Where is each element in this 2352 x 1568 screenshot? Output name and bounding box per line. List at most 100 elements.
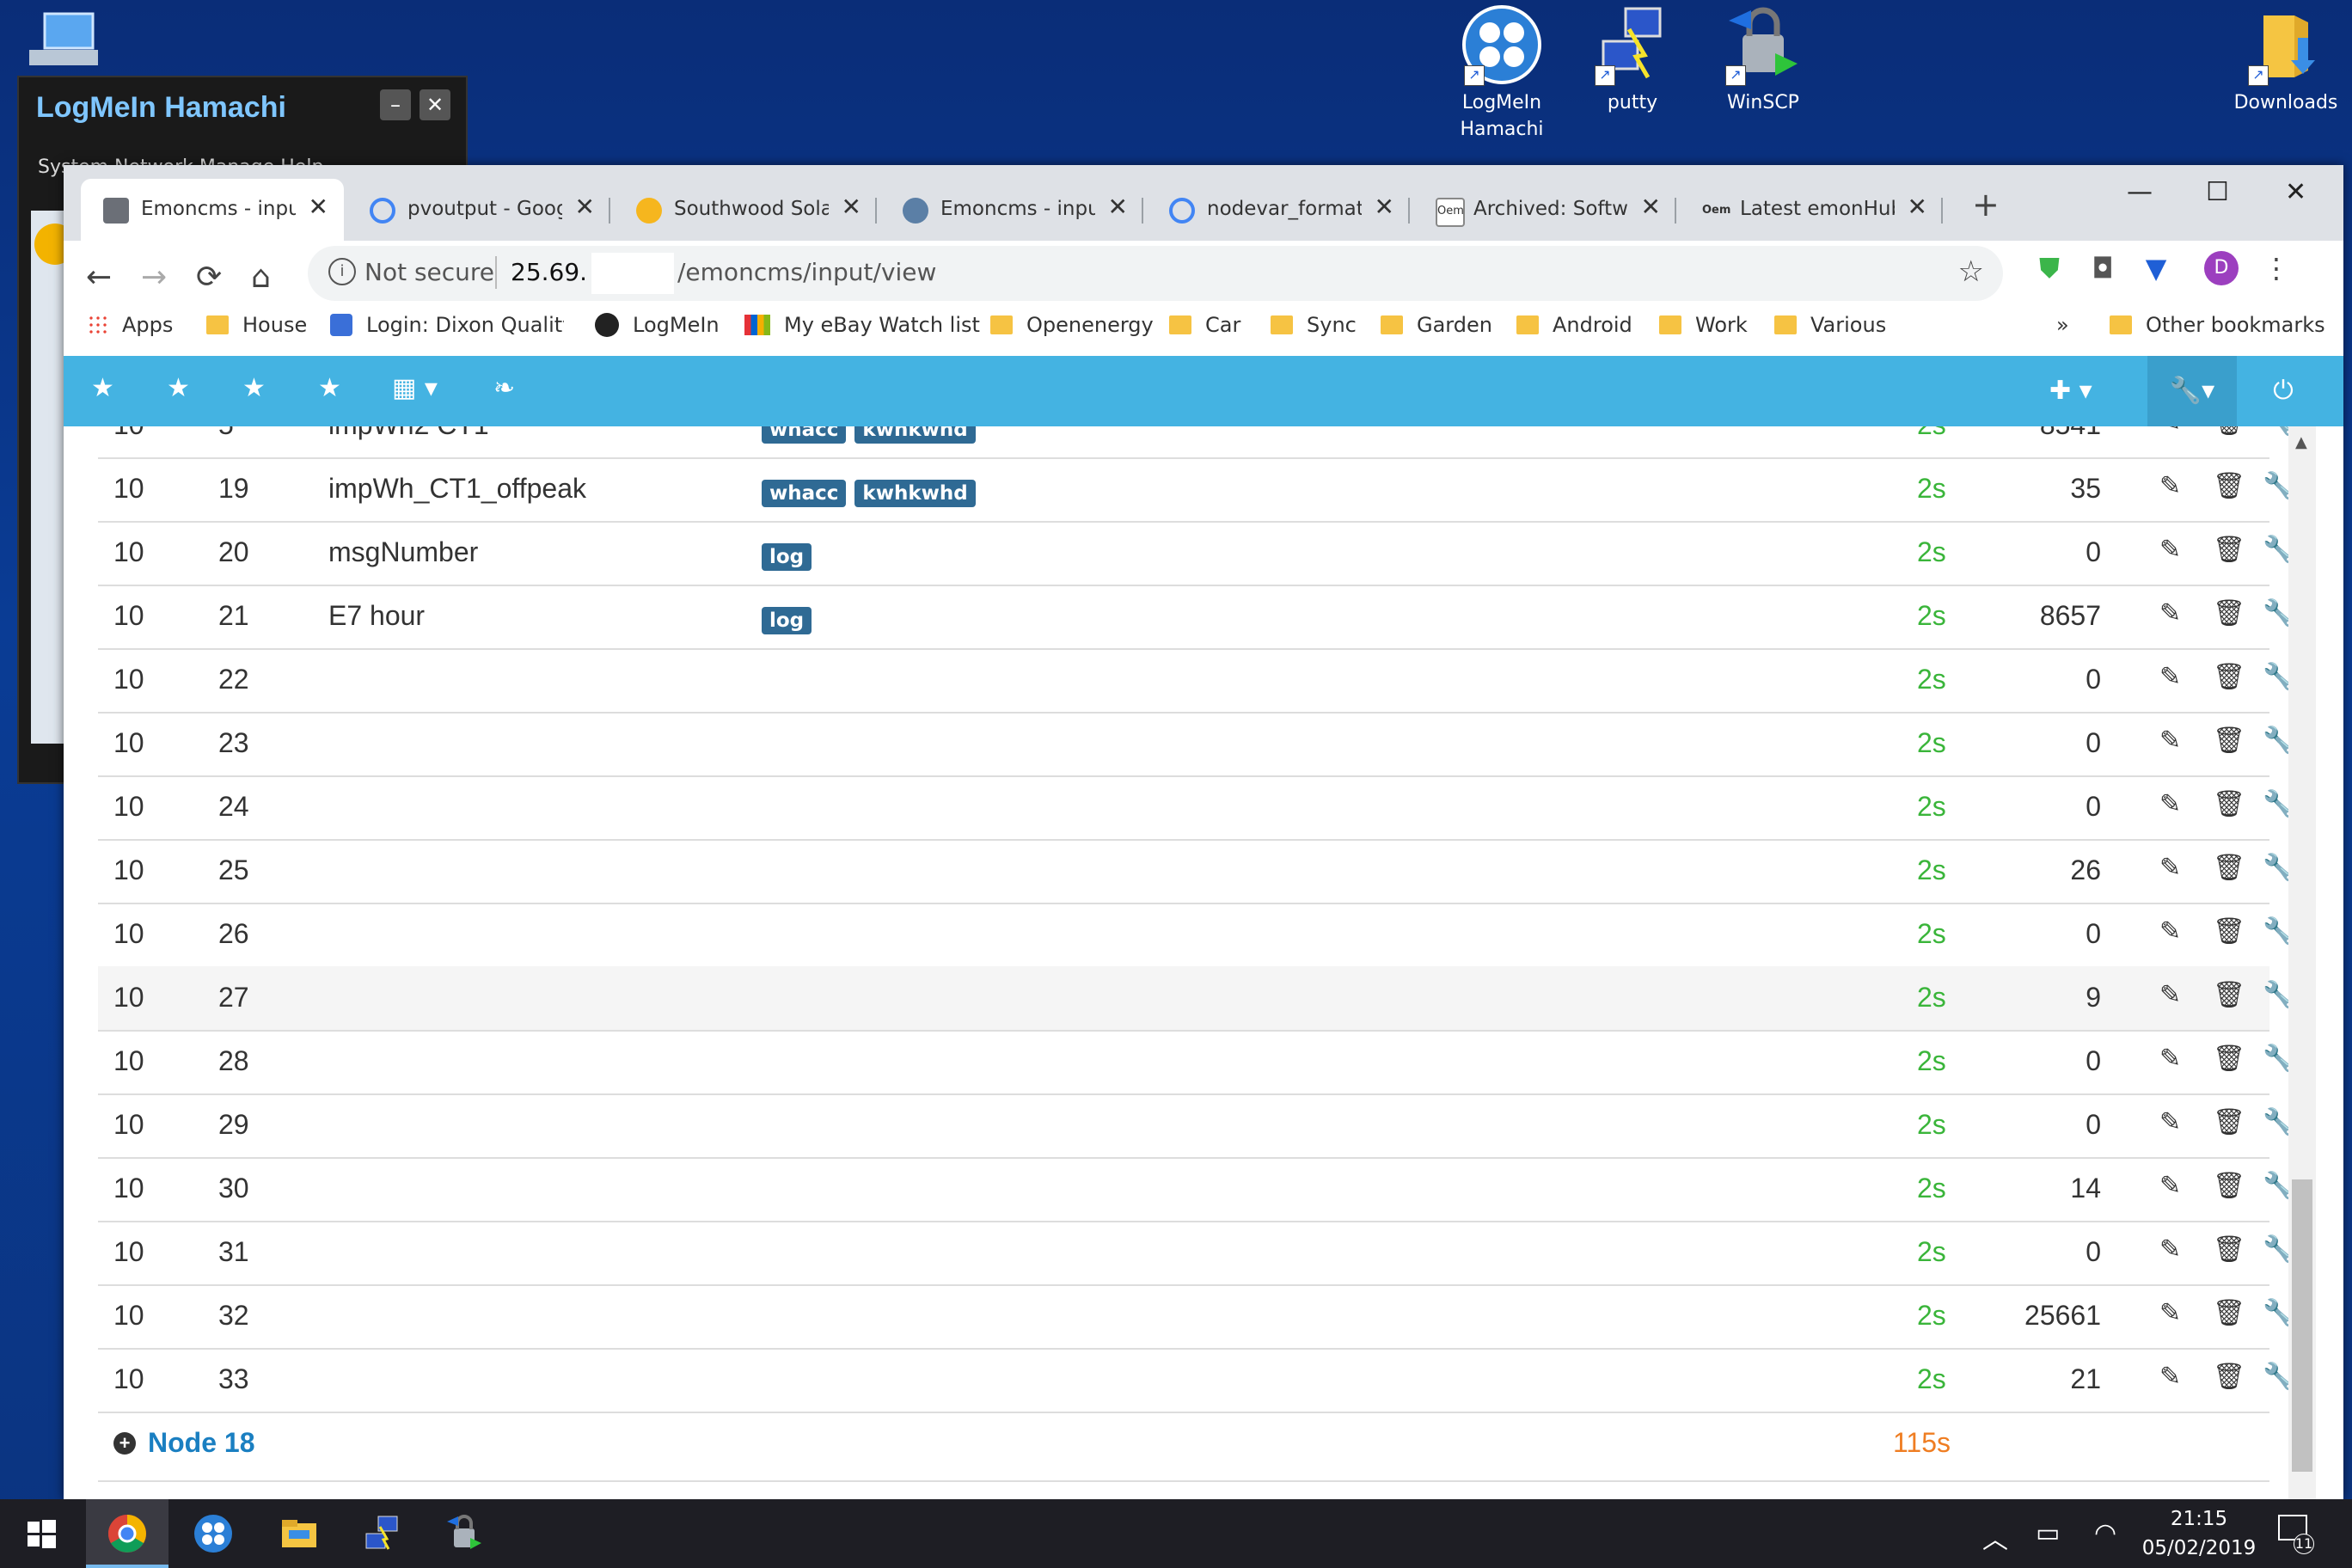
home-icon[interactable]: ⌂: [251, 260, 271, 295]
delete-trash-icon[interactable]: 🗑: [2213, 789, 2245, 819]
edit-pencil-icon[interactable]: ✎: [2159, 789, 2181, 819]
battery-icon[interactable]: ▭: [2036, 1518, 2060, 1548]
star-icon[interactable]: ★: [167, 373, 190, 403]
shield-extension-icon[interactable]: ⛊: [2030, 249, 2068, 287]
close-tab-icon[interactable]: ✕: [575, 193, 595, 221]
minimize-button[interactable]: –: [380, 89, 411, 120]
delete-trash-icon[interactable]: 🗑: [2213, 1234, 2245, 1265]
edit-pencil-icon[interactable]: ✎: [2159, 598, 2181, 628]
bookmark-various[interactable]: Various: [1774, 313, 1886, 337]
expand-plus-icon[interactable]: +: [113, 1432, 136, 1455]
notifications-icon[interactable]: 11: [2278, 1515, 2314, 1554]
delete-trash-icon[interactable]: 🗑: [2213, 1298, 2245, 1328]
input-row[interactable]: 10 20 msgNumber log 2s 0 ✎ 🗑 🔧: [98, 521, 2294, 586]
edit-pencil-icon[interactable]: ✎: [2159, 1107, 2181, 1137]
taskbar-chrome[interactable]: [86, 1499, 168, 1568]
close-tab-icon[interactable]: ✕: [1908, 193, 1927, 221]
delete-trash-icon[interactable]: 🗑: [2213, 426, 2245, 438]
bookmark-logmein[interactable]: LogMeIn: [595, 313, 720, 337]
edit-pencil-icon[interactable]: ✎: [2159, 662, 2181, 692]
bookmark-work[interactable]: Work: [1659, 313, 1748, 337]
star-icon[interactable]: ★: [318, 373, 341, 403]
edit-pencil-icon[interactable]: ✎: [2159, 535, 2181, 565]
edit-pencil-icon[interactable]: ✎: [2159, 1171, 2181, 1201]
input-row[interactable]: 10 19 impWh_CT1_offpeak whacc kwhkwhd 2s 35 ✎ 🗑 🔧: [98, 457, 2294, 523]
input-row[interactable]: 10 32 2s 25661 ✎ 🗑 🔧: [98, 1284, 2294, 1350]
apps-menu-icon[interactable]: ▦ ▾: [392, 373, 438, 403]
back-icon[interactable]: ←: [86, 260, 112, 295]
bookmark-car[interactable]: Car: [1169, 313, 1240, 337]
bookmark-house[interactable]: House: [206, 313, 307, 337]
url-path[interactable]: /emoncms/input/view: [677, 258, 936, 286]
delete-trash-icon[interactable]: 🗑: [2213, 1171, 2245, 1201]
node-name-link[interactable]: Node 18: [148, 1427, 254, 1459]
new-tab-button[interactable]: +: [1972, 186, 2000, 224]
bookmark-garden[interactable]: Garden: [1381, 313, 1492, 337]
delete-trash-icon[interactable]: 🗑: [2213, 1107, 2245, 1137]
profile-avatar[interactable]: D: [2204, 251, 2239, 285]
close-button[interactable]: ✕: [420, 89, 450, 120]
keeper-extension-icon[interactable]: ◘: [2084, 249, 2122, 287]
edit-pencil-icon[interactable]: ✎: [2159, 1298, 2181, 1328]
input-row[interactable]: 10 33 2s 21 ✎ 🗑 🔧: [98, 1348, 2294, 1413]
window-close-button[interactable]: ✕: [2285, 177, 2306, 207]
tab-southwood-solar[interactable]: Southwood Solar ✕: [614, 179, 877, 241]
delete-trash-icon[interactable]: 🗑: [2213, 853, 2245, 883]
this-pc-icon[interactable]: [26, 12, 100, 72]
scroll-up-icon[interactable]: ▲: [2295, 433, 2307, 451]
tab-nodevar-format[interactable]: nodevar_format_ ✕: [1147, 179, 1410, 241]
bookmark-apps[interactable]: Apps: [88, 313, 173, 337]
address-bar[interactable]: i Not secure 25.69. /emoncms/input/view …: [308, 246, 2003, 301]
show-hidden-icons-chevron[interactable]: ︿: [1982, 1518, 2008, 1556]
input-row[interactable]: 10 27 2s 9 ✎ 🗑 🔧: [98, 966, 2294, 1032]
edit-pencil-icon[interactable]: ✎: [2159, 980, 2181, 1010]
edit-pencil-icon[interactable]: ✎: [2159, 853, 2181, 883]
desktop-icon-downloads[interactable]: ↗ Downloads: [2221, 3, 2350, 116]
bookmark-ebay[interactable]: My eBay Watch list: [744, 313, 980, 337]
delete-trash-icon[interactable]: 🗑: [2213, 980, 2245, 1010]
close-tab-icon[interactable]: ✕: [309, 193, 328, 221]
start-button[interactable]: [0, 1499, 83, 1568]
desktop-icon-hamachi[interactable]: ↗ LogMeIn Hamachi: [1437, 3, 1566, 143]
star-icon[interactable]: ★: [242, 373, 266, 403]
delete-trash-icon[interactable]: 🗑: [2213, 662, 2245, 692]
star-icon[interactable]: ★: [91, 373, 114, 403]
input-row[interactable]: 105impWh2 CT1whacckwhkwhd2s8541✎🗑🔧: [98, 426, 2294, 459]
edit-pencil-icon[interactable]: ✎: [2159, 471, 2181, 501]
desktop-icon-putty[interactable]: ↗ putty: [1568, 3, 1697, 116]
tab-latest-emonhub[interactable]: Oem Latest emonHub ✕: [1680, 179, 1943, 241]
reload-icon[interactable]: ⟳: [196, 260, 222, 295]
vpn-extension-icon[interactable]: ▼: [2137, 249, 2175, 287]
input-row[interactable]: 10 25 2s 26 ✎ 🗑 🔧: [98, 839, 2294, 904]
input-row[interactable]: 10 24 2s 0 ✎ 🗑 🔧: [98, 775, 2294, 841]
scrollbar[interactable]: ▲: [2288, 426, 2316, 1499]
delete-trash-icon[interactable]: 🗑: [2213, 726, 2245, 756]
add-menu-icon[interactable]: ✚ ▾: [2049, 356, 2092, 426]
bookmark-other[interactable]: Other bookmarks: [2110, 313, 2325, 337]
scrollbar-thumb[interactable]: [2292, 1179, 2312, 1472]
wifi-icon[interactable]: ◠: [2094, 1518, 2116, 1548]
delete-trash-icon[interactable]: 🗑: [2213, 916, 2245, 946]
close-tab-icon[interactable]: ✕: [1375, 193, 1394, 221]
close-tab-icon[interactable]: ✕: [842, 193, 861, 221]
window-maximize-button[interactable]: ☐: [2206, 177, 2229, 207]
input-row[interactable]: 10 21 E7 hour log 2s 8657 ✎ 🗑 🔧: [98, 585, 2294, 650]
bookmark-sync[interactable]: Sync: [1271, 313, 1357, 337]
desktop-icon-winscp[interactable]: ↗ WinSCP: [1699, 3, 1828, 116]
tab-pvoutput[interactable]: pvoutput - Googl ✕: [347, 179, 610, 241]
input-row[interactable]: 10 26 2s 0 ✎ 🗑 🔧: [98, 903, 2294, 968]
bookmarks-overflow-button[interactable]: »: [2056, 313, 2069, 337]
delete-trash-icon[interactable]: 🗑: [2213, 1044, 2245, 1074]
bookmark-openenergy[interactable]: Openenergy: [990, 313, 1154, 337]
bookmark-login-dixon[interactable]: Login: Dixon Quality: [330, 313, 564, 337]
tab-emoncms-input-2[interactable]: Emoncms - input ✕: [880, 179, 1143, 241]
url-host[interactable]: 25.69.: [511, 258, 587, 286]
taskbar-file-explorer[interactable]: [258, 1499, 340, 1568]
taskbar-hamachi[interactable]: [172, 1499, 254, 1568]
forward-icon[interactable]: →: [141, 260, 167, 295]
close-tab-icon[interactable]: ✕: [1108, 193, 1128, 221]
input-row[interactable]: 10 23 2s 0 ✎ 🗑 🔧: [98, 712, 2294, 777]
setup-wrench-menu[interactable]: 🔧▾: [2147, 356, 2237, 426]
leaf-icon[interactable]: ❧: [493, 373, 515, 403]
system-clock[interactable]: 21:15 05/02/2019: [2139, 1504, 2259, 1563]
